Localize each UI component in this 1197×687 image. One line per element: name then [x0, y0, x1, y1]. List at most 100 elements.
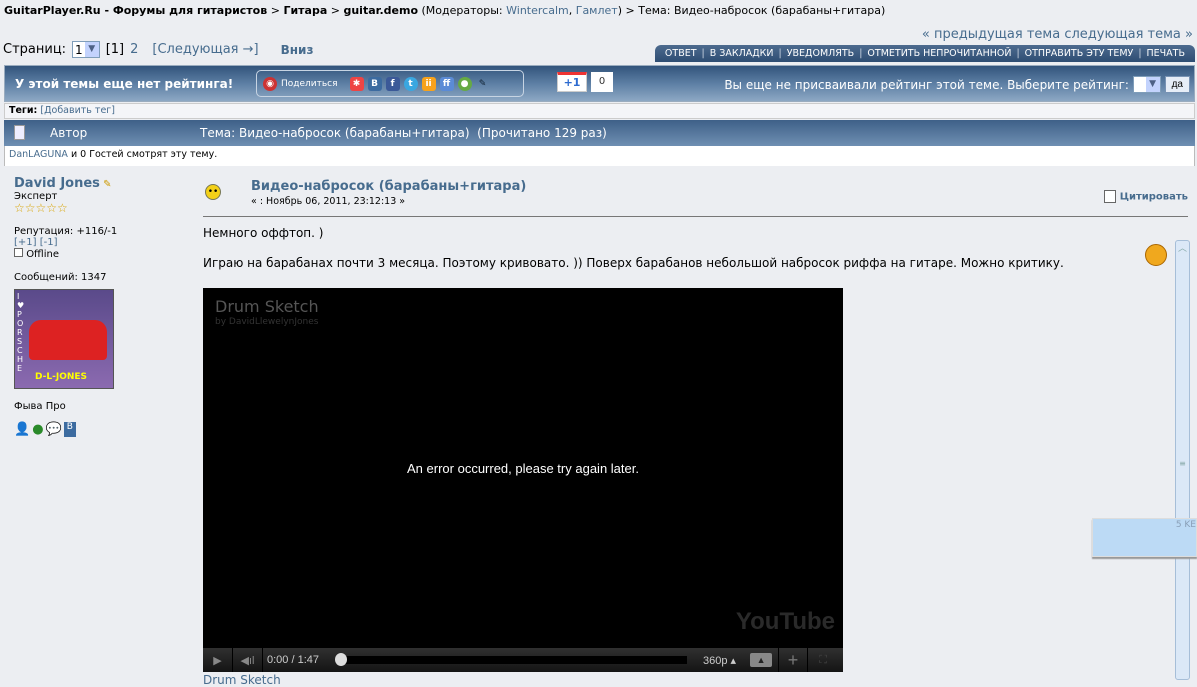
post-title[interactable]: Видео-набросок (барабаны+гитара) [251, 179, 526, 194]
current-page: [1] [105, 42, 125, 57]
next-page-link[interactable]: [Следующая →] [152, 42, 258, 57]
video-link[interactable]: Drum Sketch [203, 673, 281, 687]
play-icon[interactable]: ▶ [203, 648, 233, 672]
sep: ) > [617, 4, 639, 17]
pm-icon[interactable]: 💬 [46, 422, 62, 437]
odnoklassniki-icon[interactable]: ii [421, 76, 436, 91]
profile-icons: 👤 ● 💬 B [14, 422, 189, 437]
friendfeed-icon[interactable]: ff [439, 76, 454, 91]
website-icon[interactable]: ● [32, 422, 43, 437]
fullscreen-icon[interactable]: ⛶ [808, 648, 838, 672]
pagination: Страниц: 1 ▼ [1] 2 [Следующая →] Вниз [3, 41, 313, 58]
viewer-link[interactable]: DanLAGUNA [9, 149, 68, 160]
add-tag-link[interactable]: [Добавить тег] [40, 105, 115, 116]
quality-select[interactable]: 360p ▴ [703, 654, 736, 667]
page-select[interactable]: 1 ▼ [72, 41, 100, 58]
print-button[interactable]: ПЕЧАТЬ [1147, 48, 1185, 59]
viewers-text: и 0 Гостей смотрят эту тему. [67, 149, 218, 160]
video-error: An error occurred, please try again late… [407, 461, 639, 476]
post-date: « : Ноябрь 06, 2011, 23:12:13 » [251, 196, 406, 207]
crumb-topic[interactable]: Тема: Видео-набросок (барабаны+гитара) [638, 4, 885, 17]
quote-icon [1103, 190, 1116, 203]
crumb-site[interactable]: GuitarPlayer.Ru - Форумы для гитаристов [4, 4, 267, 17]
scroll-up-icon[interactable]: ︿ [1176, 241, 1189, 254]
reputation: Репутация: +116/-1 [14, 226, 118, 237]
grin-smiley-icon [1145, 244, 1167, 266]
vk-icon[interactable]: B [367, 76, 382, 91]
smiley-icon: •• [205, 184, 221, 200]
topic-icon [14, 125, 25, 140]
volume-icon[interactable]: ◀ıl [233, 648, 263, 672]
youtube-player[interactable]: Drum Sketch by DavidLlewelynJones An err… [203, 288, 843, 672]
rating-select[interactable]: 0 ▼ [1132, 76, 1161, 93]
chevron-down-icon: ▼ [84, 42, 99, 57]
topic-column-header: Тема: Видео-набросок (барабаны+гитара) (… [200, 126, 607, 140]
progress-handle[interactable] [335, 653, 347, 666]
rate-prompt: Вы еще не присваивали рейтинг этой теме.… [724, 77, 1129, 92]
bookmark-button[interactable]: В ЗАКЛАДКИ [710, 48, 774, 59]
pages-label: Страниц: [3, 42, 67, 57]
sep: > [267, 4, 284, 17]
quote-label: Цитировать [1119, 191, 1188, 203]
twitter-icon[interactable]: t [403, 76, 418, 91]
scroll-grip-icon: ≡ [1179, 459, 1186, 468]
post-line-1: Немного оффтоп. ) [203, 226, 324, 240]
reply-button[interactable]: ОТВЕТ [665, 48, 697, 59]
chevron-down-icon: ▼ [1145, 77, 1160, 92]
page-2-link[interactable]: 2 [130, 42, 138, 57]
rate-submit-button[interactable]: да [1164, 76, 1190, 93]
mod-link[interactable]: Гамлет [576, 4, 618, 17]
scrollbar[interactable]: ︿ ≡ [1175, 240, 1190, 680]
rep-plus-link[interactable]: [+1] [14, 237, 37, 248]
avatar-car [29, 320, 107, 360]
author-panel: David Jones ✎ Эксперт ☆☆☆☆☆ Репутация: +… [14, 176, 189, 437]
vk-profile-icon[interactable]: B [63, 422, 76, 437]
rating-bar: У этой темы еще нет рейтинга! ◉ Поделить… [4, 65, 1195, 102]
quality-value: 360p [703, 654, 728, 667]
avatar-text: D-L-JONES [35, 372, 88, 382]
send-topic-button[interactable]: ОТПРАВИТЬ ЭТУ ТЕМУ [1025, 48, 1134, 59]
sep: > [327, 4, 344, 17]
video-time: 0:00 / 1:47 [267, 654, 319, 666]
share-panel: ◉ Поделиться ✱ B f t ii ff ● ✎ [256, 70, 524, 97]
livejournal-icon[interactable]: ✎ [476, 77, 490, 91]
divider [203, 216, 1188, 217]
floating-widget-text: 5 KE [1175, 520, 1196, 530]
popout-icon[interactable]: ▲ [750, 653, 773, 667]
floating-widget[interactable]: 5 KE [1092, 518, 1197, 557]
video-title[interactable]: Drum Sketch [215, 297, 319, 316]
topic-header: Автор Тема: Видео-набросок (барабаны+гит… [4, 120, 1195, 146]
youtube-logo[interactable]: YouTube [736, 608, 835, 636]
pencil-icon: ✎ [103, 179, 112, 190]
topic-actions: ОТВЕТ | В ЗАКЛАДКИ | УВЕДОМЛЯТЬ | ОТМЕТИТЬ … [654, 45, 1195, 62]
video-author: by DavidLlewelynJones [215, 317, 319, 327]
mods-label: (Модераторы: [418, 4, 507, 17]
tags-row: Теги: [Добавить тег] [4, 103, 1195, 119]
post: •• Видео-набросок (барабаны+гитара) « : … [203, 176, 1188, 286]
online-status: Offline [26, 249, 59, 260]
crumb-forum[interactable]: Гитара [283, 4, 327, 17]
rep-minus-link[interactable]: [-1] [40, 237, 58, 248]
facebook-icon[interactable]: f [385, 76, 400, 91]
share-label[interactable]: Поделиться [281, 79, 338, 89]
plus-one-button[interactable]: +1 [557, 72, 587, 92]
myworld-icon[interactable]: ● [457, 76, 472, 91]
notify-button[interactable]: УВЕДОМЛЯТЬ [787, 48, 854, 59]
tags-label: Теги: [9, 105, 38, 116]
mark-unread-button[interactable]: ОТМЕТИТЬ НЕПРОЧИТАННОЙ [867, 48, 1011, 59]
down-link[interactable]: Вниз [281, 43, 314, 57]
author-name[interactable]: David Jones [14, 176, 100, 191]
breadcrumb: GuitarPlayer.Ru - Форумы для гитаристов … [4, 4, 886, 17]
topic-nav[interactable]: « предыдущая тема следующая тема » [922, 27, 1193, 42]
plus-icon[interactable]: + [778, 648, 809, 672]
profile-icon[interactable]: 👤 [14, 422, 30, 437]
share-mymail-icon[interactable]: ✱ [349, 76, 364, 91]
author-column-header: Автор [50, 126, 88, 140]
crumb-board[interactable]: guitar.demo [343, 4, 418, 17]
progress-bar[interactable] [335, 653, 687, 666]
quote-button[interactable]: Цитировать [1103, 190, 1188, 203]
avatar-side-text: I ♥ PORSCHE [17, 292, 25, 373]
offline-icon [14, 248, 23, 257]
share-icon[interactable]: ◉ [263, 76, 277, 91]
mod-link[interactable]: Wintercalm [506, 4, 569, 17]
